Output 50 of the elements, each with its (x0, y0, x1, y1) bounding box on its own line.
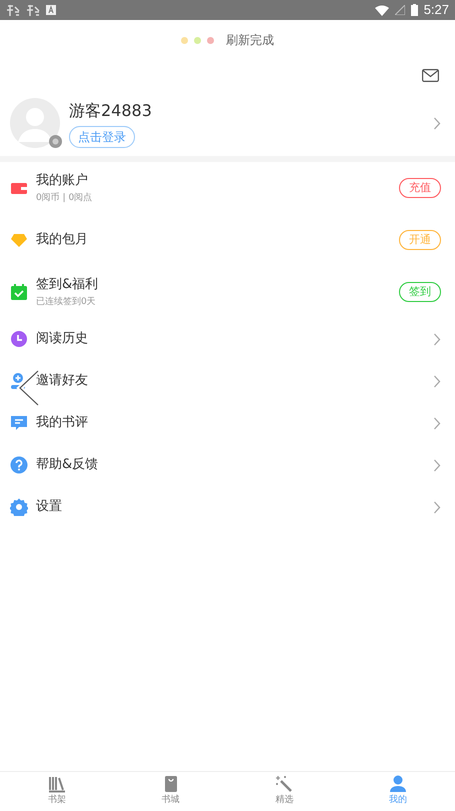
tab[interactable]: 精选 (228, 772, 342, 811)
chevron-right-icon (433, 416, 441, 430)
menu-label: 我的书评 (36, 414, 89, 432)
settings-icon (10, 498, 28, 516)
signal-icon (394, 5, 405, 15)
keyboard-icon (46, 5, 56, 15)
menu-item[interactable]: 签到&福利 已连续签到0天 签到 (0, 266, 455, 318)
chevron-right-icon (433, 458, 441, 472)
notification-icon (26, 4, 40, 16)
menu-label: 设置 (36, 498, 63, 516)
menu-label: 签到&福利 (36, 276, 100, 294)
status-time: 5:27 (424, 1, 449, 20)
wifi-icon (374, 4, 389, 16)
notification-icon (6, 4, 20, 16)
chevron-right-icon (433, 374, 441, 388)
calendar-icon (10, 283, 28, 301)
user-name: 游客24883 (69, 100, 152, 122)
menu-label: 邀请好友 (36, 372, 89, 390)
diamond-icon (10, 231, 28, 249)
avatar-icon (10, 98, 60, 148)
menu-item[interactable]: 我的书评 (0, 402, 455, 444)
menu-subtitle: 0阅币 | 0阅点 (36, 192, 94, 205)
magic-wand-icon (275, 775, 294, 794)
mail-icon[interactable] (422, 68, 439, 82)
add-user-icon (10, 372, 28, 390)
tab[interactable]: 书城 (114, 772, 228, 811)
tab[interactable]: 书架 (0, 772, 114, 811)
menu-item[interactable]: 帮助&反馈 (0, 444, 455, 486)
chevron-right-icon (433, 116, 441, 130)
books-icon (48, 775, 66, 794)
menu-label: 我的账户 (36, 172, 89, 190)
chevron-right-icon (433, 332, 441, 346)
clock-icon (10, 330, 28, 348)
menu-label: 帮助&反馈 (36, 456, 100, 474)
badge-icon (49, 135, 62, 148)
battery-icon (410, 4, 418, 16)
menu-item[interactable]: 设置 (0, 486, 455, 528)
menu-item[interactable]: 我的账户 0阅币 | 0阅点 充值 (0, 162, 455, 214)
menu-item[interactable]: 邀请好友 (0, 360, 455, 402)
menu-label: 阅读历史 (36, 330, 89, 348)
menu-label: 我的包月 (36, 231, 89, 250)
comment-icon (10, 414, 28, 432)
menu-item[interactable]: 阅读历史 (0, 318, 455, 360)
chevron-right-icon (433, 500, 441, 514)
menu-item[interactable]: 我的包月 开通 (0, 214, 455, 266)
help-icon (10, 456, 28, 474)
profile-row[interactable]: 游客24883 点击登录 (0, 90, 455, 156)
menu-subtitle: 已连续签到0天 (36, 296, 97, 309)
user-icon (389, 775, 408, 794)
refresh-status: 刷新完成 (226, 32, 274, 49)
